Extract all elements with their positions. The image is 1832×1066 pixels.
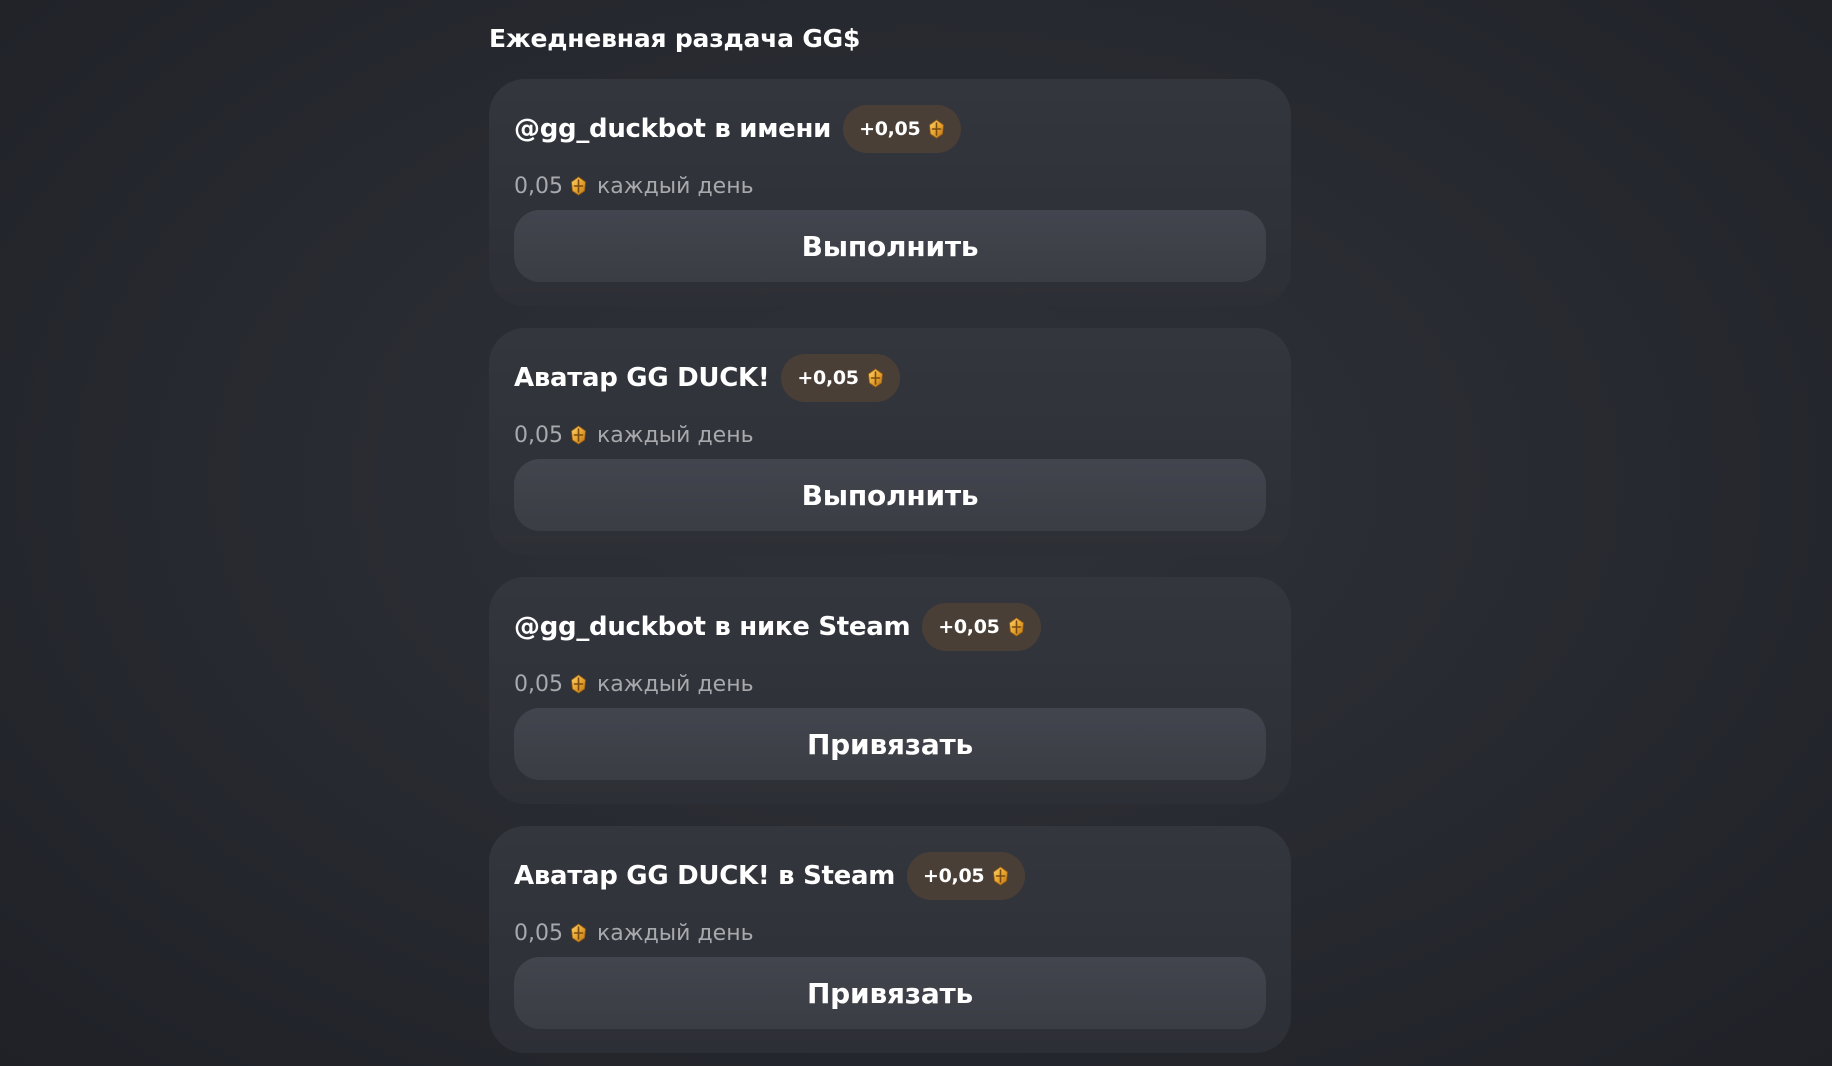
gold-coin-icon xyxy=(867,368,884,388)
link-button[interactable]: Привязать xyxy=(514,957,1266,1029)
reward-period: каждый день xyxy=(596,920,754,946)
task-card: @gg_duckbot в имени +0,05 0,05 каждый де… xyxy=(489,79,1291,306)
gold-coin-icon xyxy=(570,425,587,445)
task-header: @gg_duckbot в имени +0,05 xyxy=(514,105,962,153)
link-button[interactable]: Привязать xyxy=(514,708,1266,780)
reward-period: каждый день xyxy=(596,422,754,448)
reward-period: каждый день xyxy=(596,173,754,199)
gold-coin-icon xyxy=(992,866,1009,886)
task-card: Аватар GG DUCK! в Steam +0,05 0,05 кажды… xyxy=(489,826,1291,1053)
gold-coin-icon xyxy=(570,923,587,943)
task-header: @gg_duckbot в нике Steam +0,05 xyxy=(514,603,1041,651)
reward-badge: +0,05 xyxy=(781,354,900,402)
task-header: Аватар GG DUCK! +0,05 xyxy=(514,354,900,402)
task-reward-info: 0,05 каждый день xyxy=(514,911,754,955)
reward-amount: 0,05 xyxy=(514,920,563,946)
gold-coin-icon xyxy=(570,176,587,196)
reward-badge: +0,05 xyxy=(922,603,1041,651)
task-title: Аватар GG DUCK! в Steam xyxy=(514,861,895,891)
reward-badge: +0,05 xyxy=(907,852,1026,900)
task-reward-info: 0,05 каждый день xyxy=(514,164,754,208)
reward-badge-value: +0,05 xyxy=(797,367,859,389)
task-title: @gg_duckbot в имени xyxy=(514,114,832,144)
task-title: @gg_duckbot в нике Steam xyxy=(514,612,911,642)
complete-button[interactable]: Выполнить xyxy=(514,459,1266,531)
reward-badge-value: +0,05 xyxy=(859,118,921,140)
section-title: Ежедневная раздача GG$ xyxy=(489,24,861,53)
task-header: Аватар GG DUCK! в Steam +0,05 xyxy=(514,852,1026,900)
reward-badge-value: +0,05 xyxy=(923,865,985,887)
task-reward-info: 0,05 каждый день xyxy=(514,662,754,706)
reward-period: каждый день xyxy=(596,671,754,697)
reward-amount: 0,05 xyxy=(514,671,563,697)
complete-button[interactable]: Выполнить xyxy=(514,210,1266,282)
gold-coin-icon xyxy=(1008,617,1025,637)
task-card: Аватар GG DUCK! +0,05 0,05 каждый день В… xyxy=(489,328,1291,555)
task-title: Аватар GG DUCK! xyxy=(514,363,770,393)
reward-amount: 0,05 xyxy=(514,173,563,199)
gold-coin-icon xyxy=(570,674,587,694)
gold-coin-icon xyxy=(928,119,945,139)
reward-amount: 0,05 xyxy=(514,422,563,448)
reward-badge-value: +0,05 xyxy=(938,616,1000,638)
reward-badge: +0,05 xyxy=(843,105,962,153)
task-card: @gg_duckbot в нике Steam +0,05 0,05 кажд… xyxy=(489,577,1291,804)
task-reward-info: 0,05 каждый день xyxy=(514,413,754,457)
